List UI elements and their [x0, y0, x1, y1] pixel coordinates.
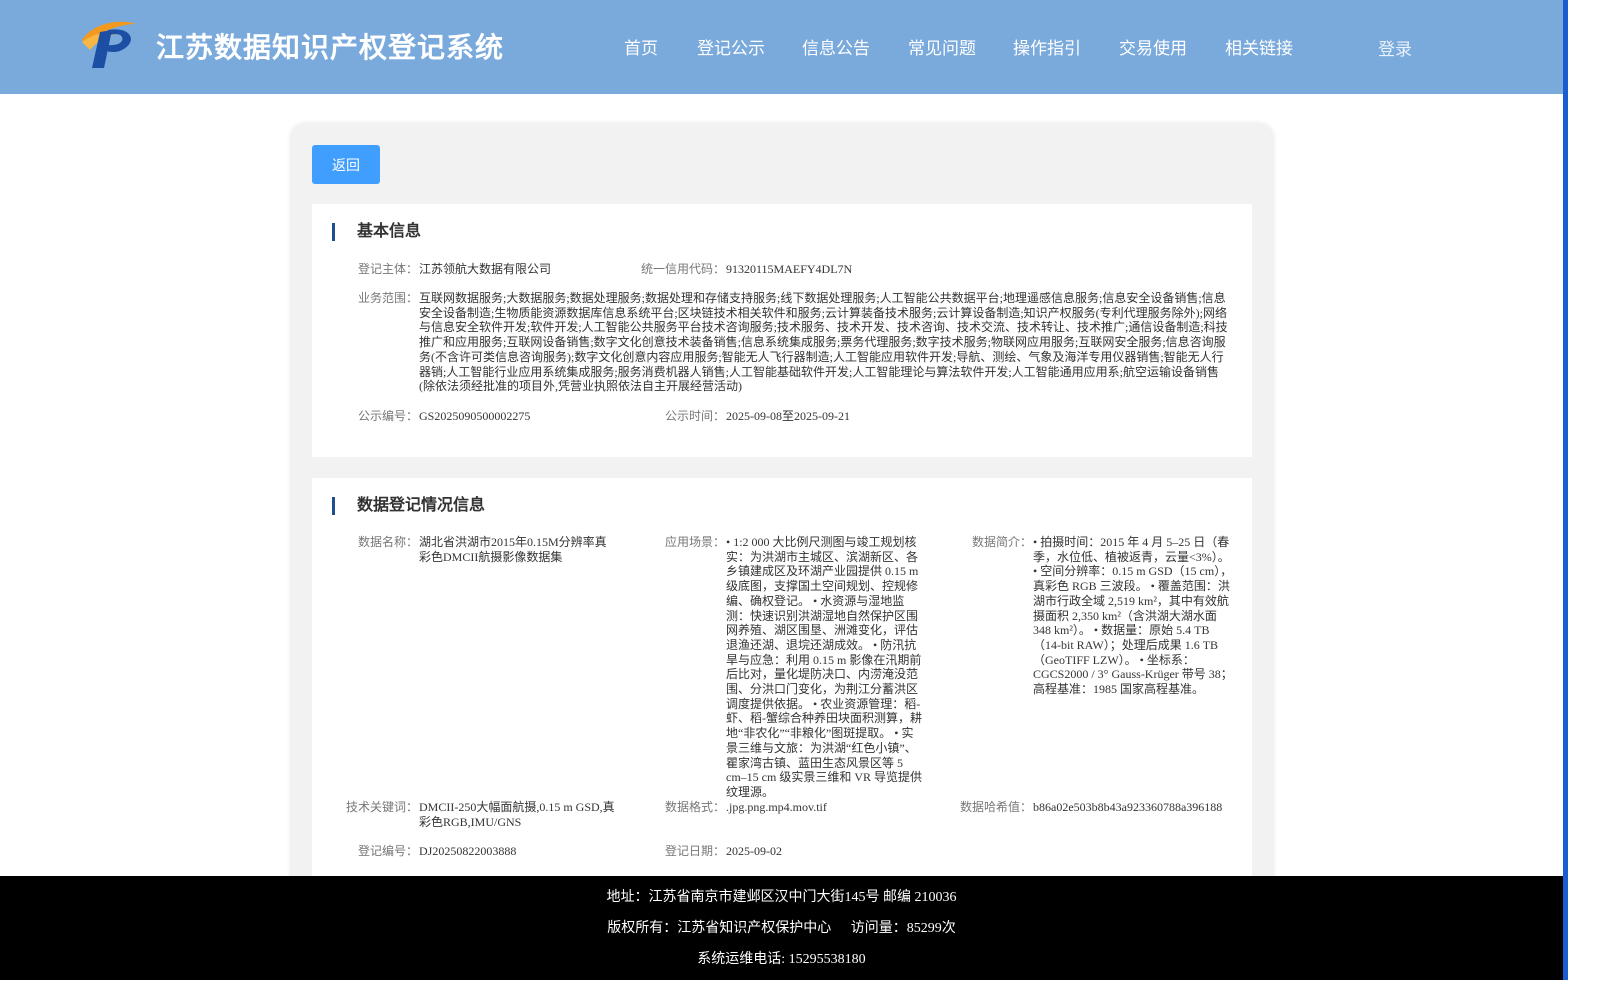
scenario-label: 应用场景： [664, 535, 725, 549]
intro-value: • 拍摄时间：2015 年 4 月 5–25 日（春季，水位低、植被返青，云量<… [1033, 535, 1233, 697]
keywords-value: DMCII-250大幅面航摄,0.15 m GSD,真彩色RGB,IMU/GNS [419, 800, 615, 829]
format-label: 数据格式： [664, 800, 725, 814]
scope-label: 业务范围： [357, 291, 418, 305]
notice-time-value: 2025-09-08至2025-09-21 [726, 409, 850, 423]
scope-value: 互联网数据服务;大数据服务;数据处理服务;数据处理和存储支持服务;线下数据处理服… [419, 291, 1228, 394]
back-button[interactable]: 返回 [312, 145, 380, 184]
reg-no-label: 登记编号： [357, 844, 418, 858]
section-title-registration: 数据登记情况信息 [332, 497, 485, 515]
reg-date-label: 登记日期： [664, 844, 725, 858]
nav-faq[interactable]: 常见问题 [908, 34, 976, 59]
site-title: 江苏数据知识产权登记系统 [156, 31, 505, 64]
footer-copyright: 版权所有：江苏省知识产权保护中心 [607, 921, 832, 936]
notice-no-value: GS2025090500002275 [419, 409, 531, 423]
subject-value: 江苏领航大数据有限公司 [419, 262, 552, 276]
intro-label: 数据简介： [971, 535, 1032, 549]
hash-value: b86a02e503b8b43a923360788a396188 [1033, 800, 1223, 814]
keywords-label: 技术关键词： [345, 800, 418, 814]
scenario-value: • 1:2 000 大比例尺测图与竣工规划核实：为洪湖市主城区、滨湖新区、各乡镇… [726, 535, 922, 799]
right-edge-bar [1563, 0, 1568, 980]
footer-phone: 系统运维电话: 15295538180 [697, 952, 866, 967]
nav-links[interactable]: 相关链接 [1225, 34, 1293, 59]
nav-trading[interactable]: 交易使用 [1119, 34, 1187, 59]
reg-no-value: DJ20250822003888 [419, 844, 517, 858]
format-value: .jpg.png.mp4.mov.tif [726, 800, 827, 814]
notice-no-label: 公示编号： [357, 409, 418, 423]
login-link[interactable]: 登录 [1378, 35, 1412, 60]
nav-home[interactable]: 首页 [624, 34, 658, 59]
notice-time-label: 公示时间： [664, 409, 725, 423]
reg-date-value: 2025-09-02 [726, 844, 782, 858]
footer-copyright-row: 版权所有：江苏省知识产权保护中心 访问量：85299次 [0, 917, 1563, 937]
credit-value: 91320115MAEFY4DL7N [726, 262, 853, 276]
basic-info-card: 基本信息 登记主体： 江苏领航大数据有限公司 统一信用代码： 91320115M… [312, 204, 1252, 457]
data-name-value: 湖北省洪湖市2015年0.15M分辨率真彩色DMCII航摄影像数据集 [419, 535, 607, 564]
nav-info-announcement[interactable]: 信息公告 [802, 34, 870, 59]
subject-label: 登记主体： [357, 262, 418, 276]
registration-info-card: 数据登记情况信息 数据名称： 湖北省洪湖市2015年0.15M分辨率真彩色DMC… [312, 478, 1252, 898]
section-title-basic: 基本信息 [332, 223, 421, 241]
site-footer: 地址：江苏省南京市建邺区汉中门大街145号 邮编 210036 版权所有：江苏省… [0, 876, 1563, 980]
site-logo-icon [82, 21, 136, 68]
hash-label: 数据哈希值： [959, 800, 1032, 814]
credit-label: 统一信用代码： [640, 262, 725, 276]
data-name-label: 数据名称： [357, 535, 418, 549]
nav-guide[interactable]: 操作指引 [1013, 34, 1081, 59]
nav-registration-notice[interactable]: 登记公示 [697, 34, 765, 59]
footer-address: 地址：江苏省南京市建邺区汉中门大街145号 邮编 210036 [606, 890, 957, 905]
footer-visits: 访问量：85299次 [850, 921, 956, 936]
top-header: 江苏数据知识产权登记系统 首页 登记公示 信息公告 常见问题 操作指引 交易使用… [0, 0, 1563, 94]
